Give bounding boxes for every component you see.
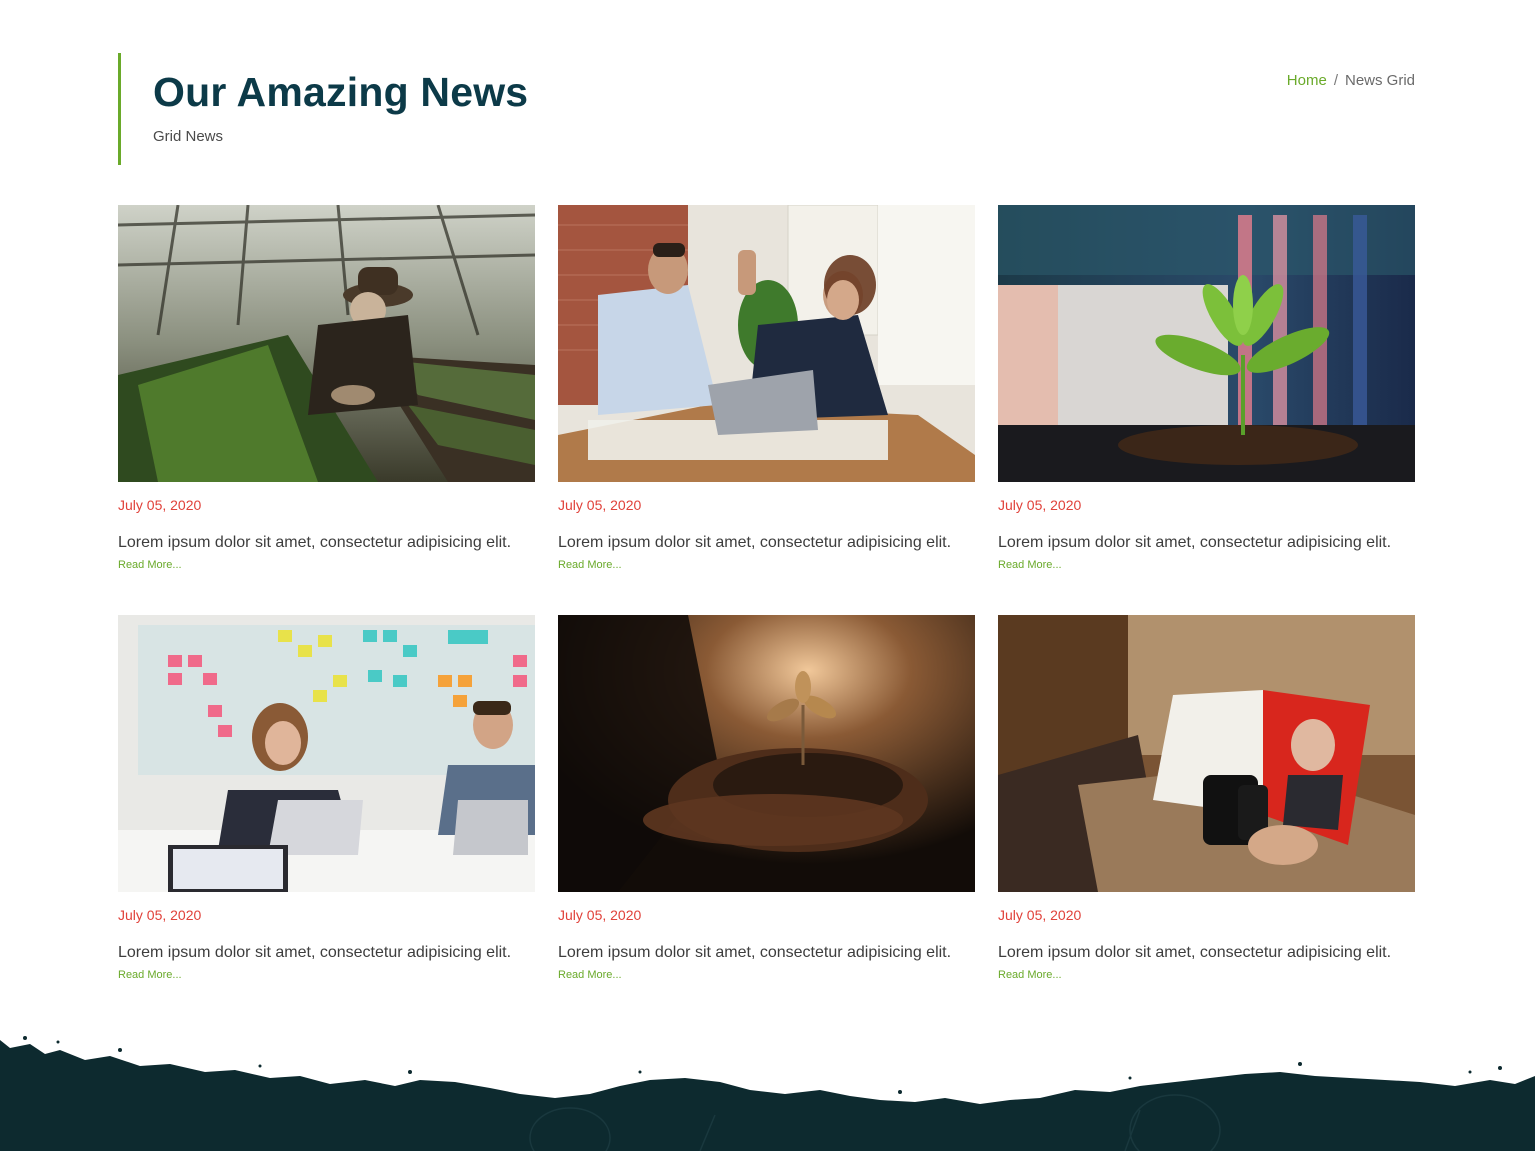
read-more-link[interactable]: Read More... [558, 969, 622, 981]
read-more-link[interactable]: Read More... [998, 969, 1062, 981]
news-card: July 05, 2020 Lorem ipsum dolor sit amet… [558, 205, 975, 586]
page-header: Our Amazing News Grid News Home / News Gri… [118, 53, 1415, 165]
news-card: July 05, 2020 Lorem ipsum dolor sit amet… [998, 615, 1415, 996]
breadcrumb-home-link[interactable]: Home [1287, 72, 1327, 89]
news-date: July 05, 2020 [998, 497, 1082, 513]
breadcrumb: Home / News Grid [1287, 72, 1415, 89]
read-more-link[interactable]: Read More... [998, 559, 1062, 571]
page-subtitle: Grid News [153, 128, 224, 145]
news-excerpt[interactable]: Lorem ipsum dolor sit amet, consectetur … [558, 534, 951, 552]
news-excerpt[interactable]: Lorem ipsum dolor sit amet, consectetur … [998, 534, 1391, 552]
news-image-team-meeting[interactable] [118, 615, 535, 892]
read-more-link[interactable]: Read More... [118, 969, 182, 981]
news-date: July 05, 2020 [558, 907, 642, 923]
news-date: July 05, 2020 [118, 907, 202, 923]
news-card: July 05, 2020 Lorem ipsum dolor sit amet… [118, 615, 535, 996]
news-image-farmer-greenhouse[interactable] [118, 205, 535, 482]
breadcrumb-current: News Grid [1344, 72, 1415, 89]
news-card: July 05, 2020 Lorem ipsum dolor sit amet… [998, 205, 1415, 586]
header-accent-bar [118, 53, 121, 165]
news-image-hands-seedling[interactable] [558, 615, 975, 892]
page-title: Our Amazing News [153, 69, 529, 115]
news-excerpt[interactable]: Lorem ipsum dolor sit amet, consectetur … [118, 534, 511, 552]
news-card: July 05, 2020 Lorem ipsum dolor sit amet… [558, 615, 975, 996]
news-image-sprout-city[interactable] [998, 205, 1415, 482]
news-excerpt[interactable]: Lorem ipsum dolor sit amet, consectetur … [118, 944, 511, 962]
news-date: July 05, 2020 [558, 497, 642, 513]
news-grid: July 05, 2020 Lorem ipsum dolor sit amet… [118, 205, 1415, 996]
footer-brush-band [0, 1020, 1535, 1151]
news-excerpt[interactable]: Lorem ipsum dolor sit amet, consectetur … [558, 944, 951, 962]
news-image-business-high-five[interactable] [558, 205, 975, 482]
news-date: July 05, 2020 [998, 907, 1082, 923]
read-more-link[interactable]: Read More... [558, 559, 622, 571]
news-excerpt[interactable]: Lorem ipsum dolor sit amet, consectetur … [998, 944, 1391, 962]
read-more-link[interactable]: Read More... [118, 559, 182, 571]
news-image-business-magazine[interactable] [998, 615, 1415, 892]
breadcrumb-separator: / [1333, 72, 1338, 89]
news-grid-page: Our Amazing News Grid News Home / News Gri… [0, 0, 1535, 1151]
news-date: July 05, 2020 [118, 497, 202, 513]
news-card: July 05, 2020 Lorem ipsum dolor sit amet… [118, 205, 535, 586]
